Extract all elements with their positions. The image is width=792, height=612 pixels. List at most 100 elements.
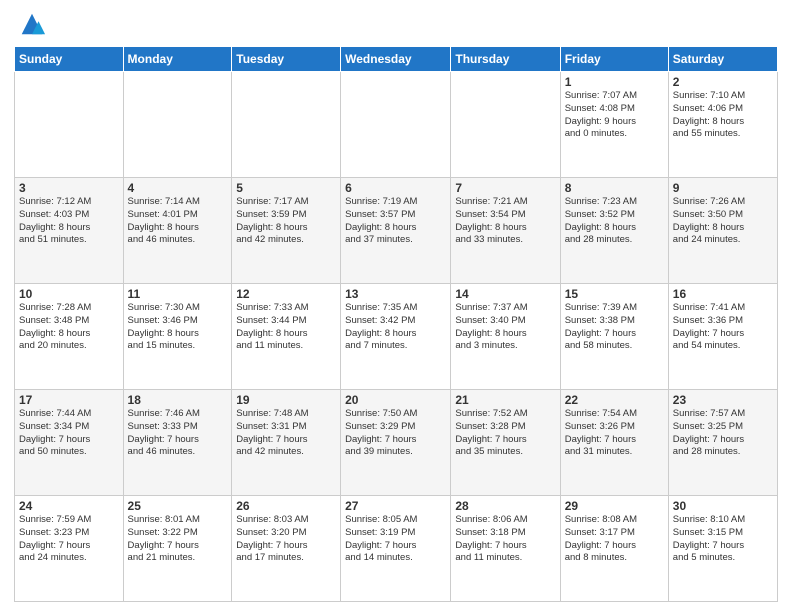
- weekday-header-sunday: Sunday: [15, 47, 124, 72]
- day-info: Sunrise: 7:21 AM Sunset: 3:54 PM Dayligh…: [455, 196, 555, 247]
- day-number: 25: [128, 499, 228, 513]
- weekday-header-friday: Friday: [560, 47, 668, 72]
- day-info: Sunrise: 8:03 AM Sunset: 3:20 PM Dayligh…: [236, 514, 336, 565]
- calendar-cell: 30Sunrise: 8:10 AM Sunset: 3:15 PM Dayli…: [668, 496, 777, 602]
- day-info: Sunrise: 7:50 AM Sunset: 3:29 PM Dayligh…: [345, 408, 446, 459]
- day-number: 11: [128, 287, 228, 301]
- weekday-header-saturday: Saturday: [668, 47, 777, 72]
- day-number: 30: [673, 499, 773, 513]
- day-number: 12: [236, 287, 336, 301]
- calendar-cell: 14Sunrise: 7:37 AM Sunset: 3:40 PM Dayli…: [451, 284, 560, 390]
- calendar-cell: 3Sunrise: 7:12 AM Sunset: 4:03 PM Daylig…: [15, 178, 124, 284]
- calendar-cell: 23Sunrise: 7:57 AM Sunset: 3:25 PM Dayli…: [668, 390, 777, 496]
- calendar-cell: 5Sunrise: 7:17 AM Sunset: 3:59 PM Daylig…: [232, 178, 341, 284]
- day-info: Sunrise: 7:17 AM Sunset: 3:59 PM Dayligh…: [236, 196, 336, 247]
- day-number: 14: [455, 287, 555, 301]
- calendar-cell: 28Sunrise: 8:06 AM Sunset: 3:18 PM Dayli…: [451, 496, 560, 602]
- day-info: Sunrise: 7:26 AM Sunset: 3:50 PM Dayligh…: [673, 196, 773, 247]
- day-info: Sunrise: 7:54 AM Sunset: 3:26 PM Dayligh…: [565, 408, 664, 459]
- calendar-cell: 25Sunrise: 8:01 AM Sunset: 3:22 PM Dayli…: [123, 496, 232, 602]
- day-info: Sunrise: 7:39 AM Sunset: 3:38 PM Dayligh…: [565, 302, 664, 353]
- calendar-cell: 19Sunrise: 7:48 AM Sunset: 3:31 PM Dayli…: [232, 390, 341, 496]
- day-number: 3: [19, 181, 119, 195]
- calendar-cell: 10Sunrise: 7:28 AM Sunset: 3:48 PM Dayli…: [15, 284, 124, 390]
- day-info: Sunrise: 7:37 AM Sunset: 3:40 PM Dayligh…: [455, 302, 555, 353]
- calendar-cell: 18Sunrise: 7:46 AM Sunset: 3:33 PM Dayli…: [123, 390, 232, 496]
- day-info: Sunrise: 7:07 AM Sunset: 4:08 PM Dayligh…: [565, 90, 664, 141]
- logo-icon: [18, 10, 46, 38]
- day-info: Sunrise: 8:10 AM Sunset: 3:15 PM Dayligh…: [673, 514, 773, 565]
- calendar-cell: 7Sunrise: 7:21 AM Sunset: 3:54 PM Daylig…: [451, 178, 560, 284]
- day-number: 26: [236, 499, 336, 513]
- day-info: Sunrise: 7:23 AM Sunset: 3:52 PM Dayligh…: [565, 196, 664, 247]
- calendar-cell: 27Sunrise: 8:05 AM Sunset: 3:19 PM Dayli…: [341, 496, 451, 602]
- day-number: 4: [128, 181, 228, 195]
- day-info: Sunrise: 8:05 AM Sunset: 3:19 PM Dayligh…: [345, 514, 446, 565]
- day-number: 17: [19, 393, 119, 407]
- weekday-header-monday: Monday: [123, 47, 232, 72]
- calendar-cell: 9Sunrise: 7:26 AM Sunset: 3:50 PM Daylig…: [668, 178, 777, 284]
- calendar-cell: 8Sunrise: 7:23 AM Sunset: 3:52 PM Daylig…: [560, 178, 668, 284]
- day-number: 7: [455, 181, 555, 195]
- calendar-cell: 11Sunrise: 7:30 AM Sunset: 3:46 PM Dayli…: [123, 284, 232, 390]
- day-info: Sunrise: 7:12 AM Sunset: 4:03 PM Dayligh…: [19, 196, 119, 247]
- calendar: SundayMondayTuesdayWednesdayThursdayFrid…: [14, 46, 778, 602]
- weekday-header-tuesday: Tuesday: [232, 47, 341, 72]
- day-number: 5: [236, 181, 336, 195]
- day-info: Sunrise: 7:35 AM Sunset: 3:42 PM Dayligh…: [345, 302, 446, 353]
- header: [14, 10, 778, 38]
- calendar-cell: [15, 72, 124, 178]
- day-info: Sunrise: 8:06 AM Sunset: 3:18 PM Dayligh…: [455, 514, 555, 565]
- calendar-cell: 21Sunrise: 7:52 AM Sunset: 3:28 PM Dayli…: [451, 390, 560, 496]
- day-info: Sunrise: 7:44 AM Sunset: 3:34 PM Dayligh…: [19, 408, 119, 459]
- day-number: 27: [345, 499, 446, 513]
- calendar-cell: 16Sunrise: 7:41 AM Sunset: 3:36 PM Dayli…: [668, 284, 777, 390]
- calendar-cell: [451, 72, 560, 178]
- calendar-cell: 26Sunrise: 8:03 AM Sunset: 3:20 PM Dayli…: [232, 496, 341, 602]
- logo: [14, 10, 46, 38]
- day-number: 18: [128, 393, 228, 407]
- day-number: 13: [345, 287, 446, 301]
- day-number: 29: [565, 499, 664, 513]
- calendar-cell: 13Sunrise: 7:35 AM Sunset: 3:42 PM Dayli…: [341, 284, 451, 390]
- calendar-cell: [123, 72, 232, 178]
- calendar-cell: 6Sunrise: 7:19 AM Sunset: 3:57 PM Daylig…: [341, 178, 451, 284]
- day-info: Sunrise: 8:08 AM Sunset: 3:17 PM Dayligh…: [565, 514, 664, 565]
- day-number: 10: [19, 287, 119, 301]
- day-number: 21: [455, 393, 555, 407]
- calendar-cell: 22Sunrise: 7:54 AM Sunset: 3:26 PM Dayli…: [560, 390, 668, 496]
- calendar-cell: [341, 72, 451, 178]
- day-number: 24: [19, 499, 119, 513]
- day-info: Sunrise: 7:33 AM Sunset: 3:44 PM Dayligh…: [236, 302, 336, 353]
- calendar-cell: 2Sunrise: 7:10 AM Sunset: 4:06 PM Daylig…: [668, 72, 777, 178]
- day-info: Sunrise: 7:52 AM Sunset: 3:28 PM Dayligh…: [455, 408, 555, 459]
- day-info: Sunrise: 7:41 AM Sunset: 3:36 PM Dayligh…: [673, 302, 773, 353]
- calendar-cell: 17Sunrise: 7:44 AM Sunset: 3:34 PM Dayli…: [15, 390, 124, 496]
- day-info: Sunrise: 7:19 AM Sunset: 3:57 PM Dayligh…: [345, 196, 446, 247]
- day-number: 9: [673, 181, 773, 195]
- day-info: Sunrise: 7:48 AM Sunset: 3:31 PM Dayligh…: [236, 408, 336, 459]
- day-number: 20: [345, 393, 446, 407]
- weekday-header-thursday: Thursday: [451, 47, 560, 72]
- day-info: Sunrise: 7:57 AM Sunset: 3:25 PM Dayligh…: [673, 408, 773, 459]
- day-info: Sunrise: 7:30 AM Sunset: 3:46 PM Dayligh…: [128, 302, 228, 353]
- day-number: 16: [673, 287, 773, 301]
- day-number: 15: [565, 287, 664, 301]
- day-info: Sunrise: 7:14 AM Sunset: 4:01 PM Dayligh…: [128, 196, 228, 247]
- weekday-header-wednesday: Wednesday: [341, 47, 451, 72]
- day-number: 23: [673, 393, 773, 407]
- calendar-cell: 29Sunrise: 8:08 AM Sunset: 3:17 PM Dayli…: [560, 496, 668, 602]
- calendar-cell: [232, 72, 341, 178]
- day-info: Sunrise: 7:28 AM Sunset: 3:48 PM Dayligh…: [19, 302, 119, 353]
- calendar-cell: 12Sunrise: 7:33 AM Sunset: 3:44 PM Dayli…: [232, 284, 341, 390]
- day-info: Sunrise: 7:59 AM Sunset: 3:23 PM Dayligh…: [19, 514, 119, 565]
- day-number: 8: [565, 181, 664, 195]
- day-number: 22: [565, 393, 664, 407]
- calendar-cell: 20Sunrise: 7:50 AM Sunset: 3:29 PM Dayli…: [341, 390, 451, 496]
- page: SundayMondayTuesdayWednesdayThursdayFrid…: [0, 0, 792, 612]
- calendar-cell: 15Sunrise: 7:39 AM Sunset: 3:38 PM Dayli…: [560, 284, 668, 390]
- day-info: Sunrise: 7:10 AM Sunset: 4:06 PM Dayligh…: [673, 90, 773, 141]
- calendar-cell: 24Sunrise: 7:59 AM Sunset: 3:23 PM Dayli…: [15, 496, 124, 602]
- day-info: Sunrise: 7:46 AM Sunset: 3:33 PM Dayligh…: [128, 408, 228, 459]
- day-info: Sunrise: 8:01 AM Sunset: 3:22 PM Dayligh…: [128, 514, 228, 565]
